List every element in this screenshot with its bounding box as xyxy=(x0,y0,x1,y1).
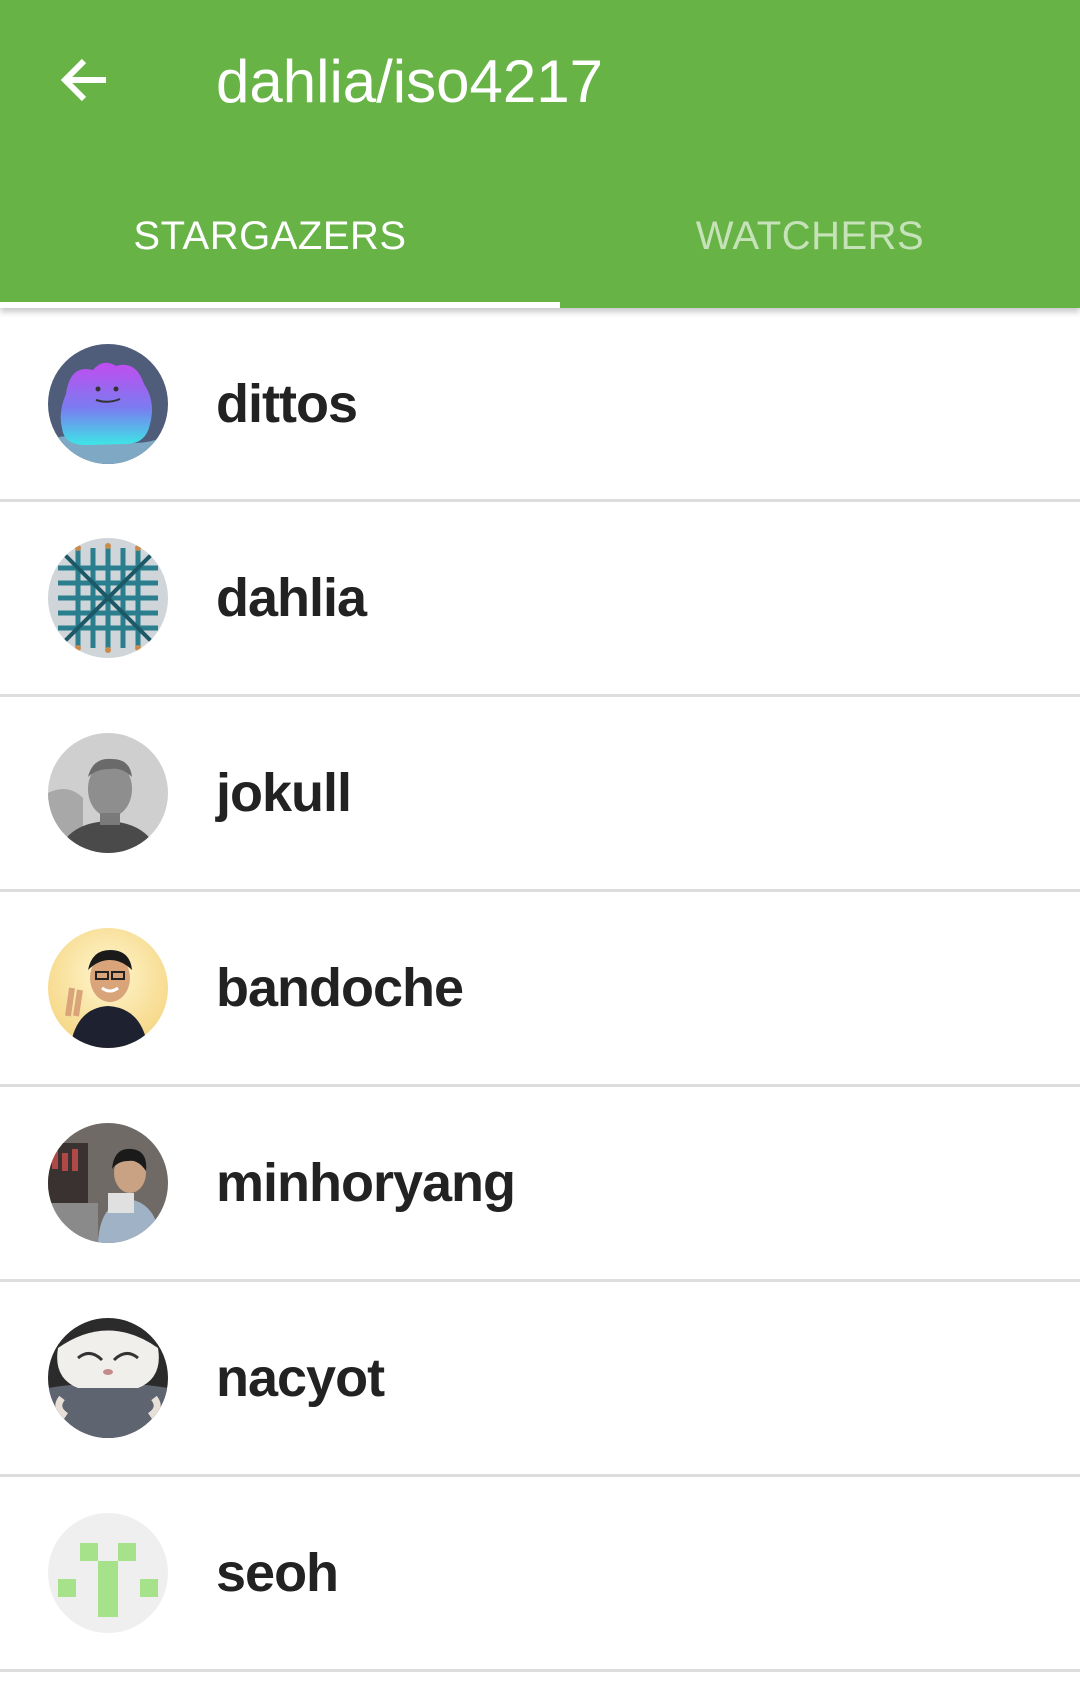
arrow-left-icon xyxy=(60,58,106,102)
list-item[interactable]: dittos xyxy=(0,308,1080,502)
list-item[interactable]: minhoryang xyxy=(0,1087,1080,1282)
avatar xyxy=(48,1513,168,1633)
list-item[interactable]: bandoche xyxy=(0,892,1080,1087)
tab-label: WATCHERS xyxy=(695,213,925,258)
tab-bar: STARGAZERS WATCHERS xyxy=(0,168,1080,308)
avatar xyxy=(48,538,168,658)
page-title: dahlia/iso4217 xyxy=(216,48,603,115)
tab-watchers[interactable]: WATCHERS xyxy=(540,168,1080,308)
avatar xyxy=(48,344,168,464)
tab-stargazers[interactable]: STARGAZERS xyxy=(0,168,560,308)
list-item[interactable]: jokull xyxy=(0,697,1080,892)
active-tab-indicator xyxy=(0,302,560,308)
username: minhoryang xyxy=(216,1153,516,1213)
user-list: dittos dahlia jokull bandoche minhoryang… xyxy=(0,308,1080,1672)
avatar xyxy=(48,1123,168,1243)
username: bandoche xyxy=(216,958,464,1018)
tab-label: STARGAZERS xyxy=(133,213,407,258)
username: seoh xyxy=(216,1543,339,1603)
username: dahlia xyxy=(216,568,367,628)
app-bar: dahlia/iso4217 STARGAZERS WATCHERS xyxy=(0,0,1080,308)
username: nacyot xyxy=(216,1348,385,1408)
list-item[interactable]: seoh xyxy=(0,1477,1080,1672)
avatar xyxy=(48,928,168,1048)
username: dittos xyxy=(216,374,358,434)
avatar xyxy=(48,733,168,853)
list-item[interactable]: nacyot xyxy=(0,1282,1080,1477)
list-item[interactable]: dahlia xyxy=(0,502,1080,697)
avatar xyxy=(48,1318,168,1438)
app-screen: dahlia/iso4217 STARGAZERS WATCHERS ditto… xyxy=(0,0,1080,1699)
username: jokull xyxy=(216,763,352,823)
back-button[interactable] xyxy=(40,36,128,124)
